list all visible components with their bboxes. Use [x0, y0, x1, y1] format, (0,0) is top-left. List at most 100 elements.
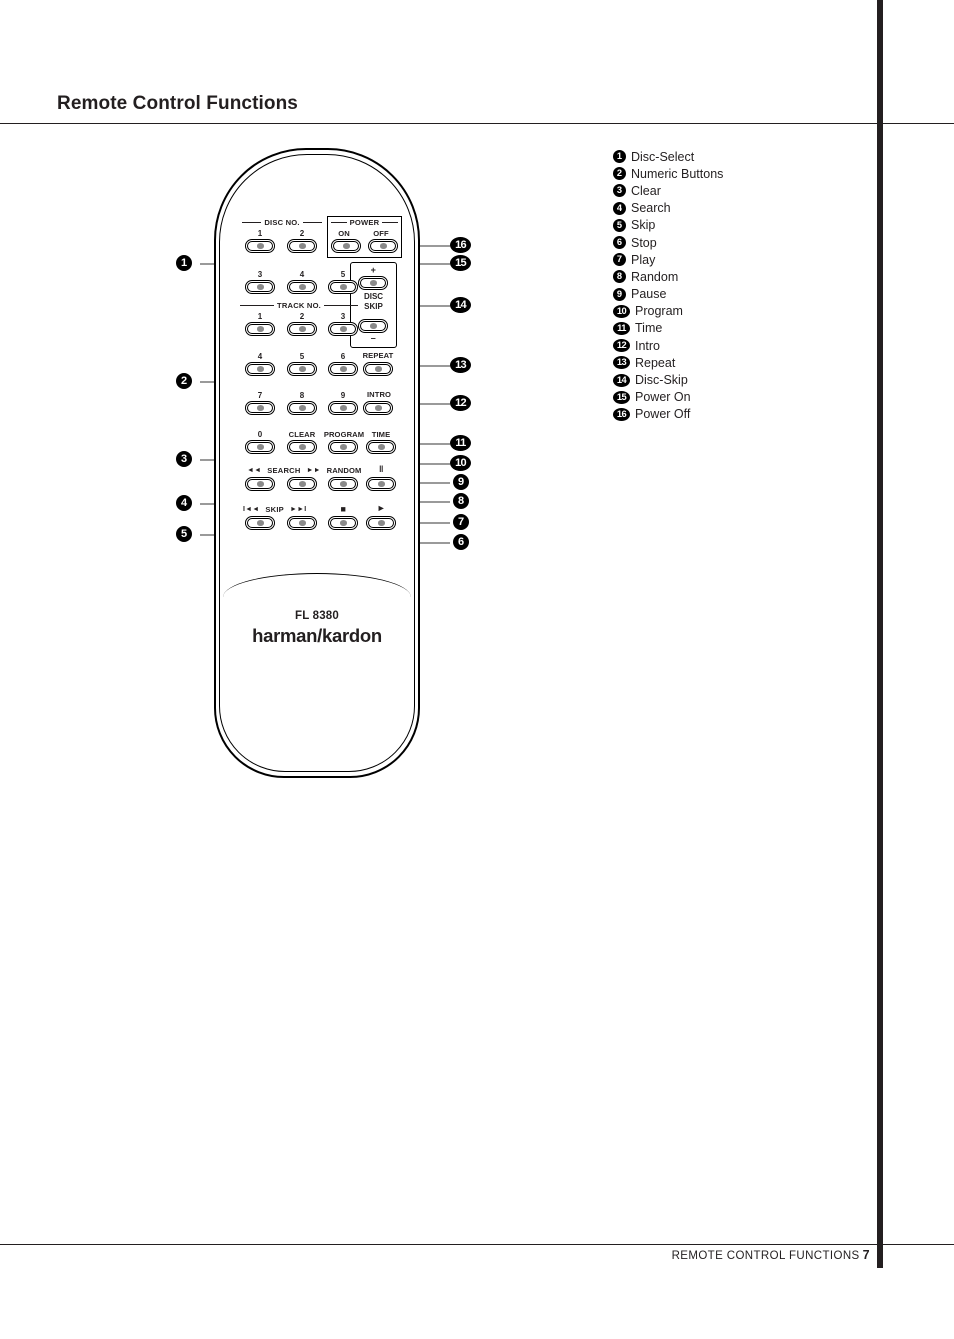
power-group-caption: POWER [331, 218, 399, 227]
program-label: PROGRAM [323, 430, 365, 439]
caption-rule-right [302, 221, 323, 224]
pause-button[interactable] [366, 477, 396, 491]
legend-item: 6 Stop [613, 234, 853, 251]
legend-bullet-12: 12 [613, 339, 630, 353]
caption-rule-right [324, 304, 358, 307]
track-8-label: 8 [299, 391, 305, 400]
legend-bullet-7: 7 [613, 253, 626, 267]
track-6-label: 6 [340, 352, 346, 361]
track-9-button[interactable] [328, 401, 358, 415]
legend-label-16: Power Off [635, 407, 691, 422]
legend-label-1: Disc-Select [631, 149, 695, 164]
legend-item: 2 Numeric Buttons [613, 165, 853, 182]
stop-icon: ■ [340, 504, 346, 514]
disc-3-label: 3 [257, 270, 263, 279]
program-button[interactable] [328, 440, 358, 454]
stop-button[interactable] [328, 516, 358, 530]
disc-no-caption-text: DISC NO. [264, 218, 300, 227]
track-2-button[interactable] [287, 322, 317, 336]
skip-next-button[interactable] [287, 516, 317, 530]
legend-label-3: Clear [631, 183, 661, 198]
skip-previous-button[interactable] [245, 516, 275, 530]
legend-bullet-2: 2 [613, 167, 626, 181]
search-forward-icon: ►► [306, 467, 321, 474]
disc-1-button[interactable] [245, 239, 275, 253]
legend-label-10: Program [635, 304, 683, 319]
track-5-button[interactable] [287, 362, 317, 376]
power-caption-text: POWER [349, 218, 380, 227]
callout-6: 6 [453, 534, 469, 550]
disc-1-label: 1 [257, 229, 263, 238]
track-8-button[interactable] [287, 401, 317, 415]
legend-item: 16 Power Off [613, 406, 853, 423]
legend-item: 11 Time [613, 320, 853, 337]
legend-bullet-13: 13 [613, 356, 630, 370]
search-forward-button[interactable] [287, 477, 317, 491]
disc-4-button[interactable] [287, 280, 317, 294]
legend-label-11: Time [635, 321, 663, 336]
legend-item: 3 Clear [613, 182, 853, 199]
callout-5: 5 [176, 526, 192, 542]
intro-button[interactable] [363, 401, 393, 415]
random-label: RANDOM [326, 466, 362, 475]
skip-previous-icon: I◄◄ [243, 506, 260, 513]
time-button[interactable] [366, 440, 396, 454]
remote-keypad: POWER ON OFF DISC NO. 1 2 3 4 5 + DISC S… [214, 148, 420, 578]
legend-label-13: Repeat [635, 355, 676, 370]
skip-group-caption: I◄◄ SKIP ►►I [240, 505, 322, 514]
disc-skip-plus-label: + [370, 265, 376, 275]
legend-bullet-9: 9 [613, 287, 626, 301]
legend-bullet-16: 16 [613, 407, 630, 421]
track-3-button[interactable] [328, 322, 358, 336]
track-4-button[interactable] [245, 362, 275, 376]
footer-divider [0, 1244, 954, 1245]
track-no-group-caption: TRACK NO. [240, 301, 358, 310]
track-1-button[interactable] [245, 322, 275, 336]
caption-rule-left [331, 221, 347, 224]
disc-skip-plus-button[interactable] [358, 276, 388, 290]
power-on-label: ON [338, 229, 350, 238]
play-button[interactable] [366, 516, 396, 530]
legend-item: 5 Skip [613, 217, 853, 234]
legend-label-5: Skip [631, 218, 656, 233]
repeat-label: REPEAT [362, 351, 394, 360]
search-group-caption: ◄◄ SEARCH ►► [244, 466, 321, 475]
search-reverse-button[interactable] [245, 477, 275, 491]
legend-item: 15 Power On [613, 389, 853, 406]
disc-3-button[interactable] [245, 280, 275, 294]
track-2-label: 2 [299, 312, 305, 321]
legend-bullet-6: 6 [613, 236, 626, 250]
disc-4-label: 4 [299, 270, 305, 279]
legend-bullet-1: 1 [613, 150, 626, 164]
legend-item: 12 Intro [613, 337, 853, 354]
legend-label-6: Stop [631, 235, 657, 250]
callout-15: 15 [450, 255, 471, 271]
clear-label: CLEAR [288, 430, 316, 439]
caption-rule-left [242, 221, 262, 224]
legend-label-7: Play [631, 252, 656, 267]
legend-bullet-8: 8 [613, 270, 626, 284]
callout-7: 7 [453, 514, 469, 530]
footer-section-label: REMOTE CONTROL FUNCTIONS [671, 1250, 860, 1262]
legend-label-9: Pause [631, 287, 667, 302]
disc-skip-minus-button[interactable] [358, 319, 388, 333]
disc-2-button[interactable] [287, 239, 317, 253]
track-7-button[interactable] [245, 401, 275, 415]
legend-item: 8 Random [613, 268, 853, 285]
power-on-button[interactable] [331, 239, 361, 253]
legend-label-15: Power On [635, 390, 691, 405]
legend-label-8: Random [631, 269, 679, 284]
caption-rule-right [382, 221, 399, 224]
callout-9: 9 [453, 474, 469, 490]
track-0-button[interactable] [245, 440, 275, 454]
repeat-button[interactable] [363, 362, 393, 376]
search-reverse-icon: ◄◄ [247, 467, 262, 474]
callout-11: 11 [450, 435, 471, 451]
power-off-button[interactable] [368, 239, 398, 253]
random-button[interactable] [328, 477, 358, 491]
callout-10: 10 [450, 455, 471, 471]
track-6-button[interactable] [328, 362, 358, 376]
callout-14: 14 [450, 297, 471, 313]
clear-button[interactable] [287, 440, 317, 454]
legend-bullet-10: 10 [613, 304, 630, 318]
